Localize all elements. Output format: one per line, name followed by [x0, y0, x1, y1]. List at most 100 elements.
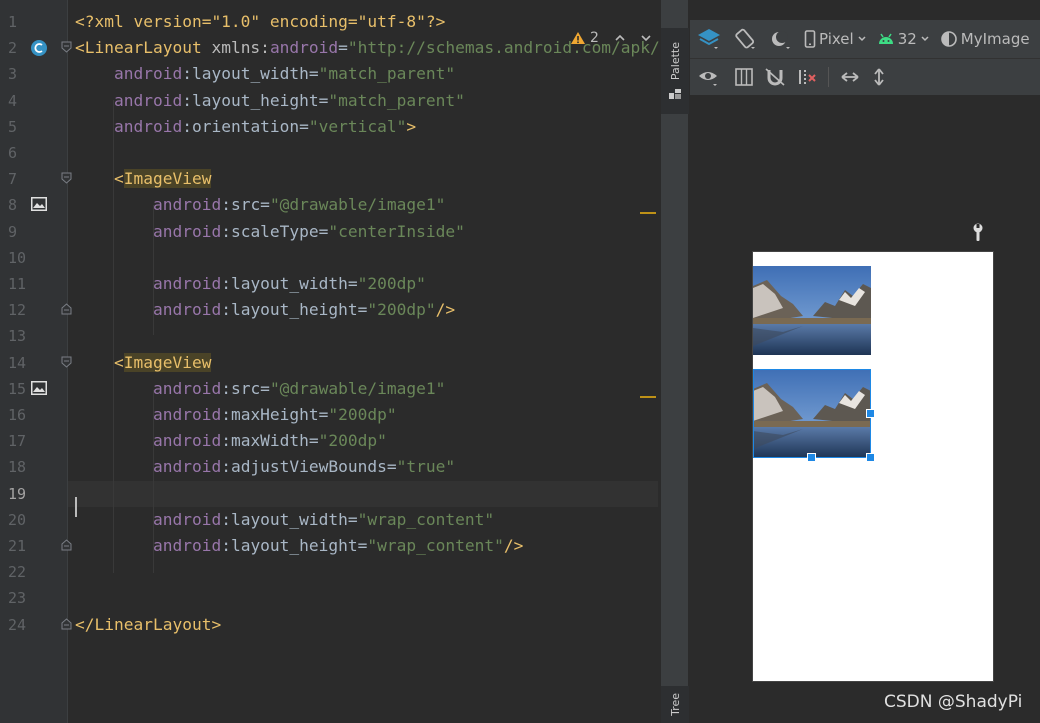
api-level-selector[interactable]: 32: [877, 30, 930, 48]
code-token: "200dp": [367, 300, 436, 320]
code-line[interactable]: [68, 140, 658, 166]
code-token: :layout_height=: [182, 90, 329, 110]
image-preview-gutter-icon[interactable]: [30, 380, 48, 396]
code-line[interactable]: [68, 585, 658, 611]
chevron-down-icon[interactable]: [639, 31, 653, 45]
code-line[interactable]: android:layout_height="wrap_content"/>: [68, 533, 658, 559]
clear-constraints-button[interactable]: [796, 67, 818, 87]
line-number: 3: [8, 65, 18, 84]
code-line[interactable]: </LinearLayout>: [68, 612, 658, 638]
code-line[interactable]: android:orientation="vertical">: [68, 114, 658, 140]
code-token: "200dp": [328, 405, 397, 424]
warning-stripe-marker[interactable]: [640, 396, 656, 398]
theme-selector[interactable]: MyImage: [940, 30, 1030, 48]
code-line[interactable]: <ImageView: [68, 350, 658, 376]
code-token: />: [503, 536, 524, 555]
side-tool-strip: Palette Tree: [660, 0, 689, 723]
code-line[interactable]: android:layout_width="200dp": [68, 271, 658, 297]
code-token: ImageView: [123, 352, 212, 372]
code-line[interactable]: android:layout_height="match_parent": [68, 88, 658, 114]
line-number: 17: [8, 432, 27, 451]
imageview-preview-1[interactable]: [753, 266, 871, 355]
code-line[interactable]: android:src="@drawable/image1": [68, 192, 658, 218]
expand-horizontal-button[interactable]: [839, 69, 861, 85]
device-preview-screen[interactable]: [752, 251, 994, 682]
line-number: 2: [8, 39, 18, 58]
code-line[interactable]: android:layout_width="wrap_content": [68, 507, 658, 533]
theme-icon: [940, 31, 957, 47]
warning-icon: [571, 32, 585, 44]
orientation-button[interactable]: [732, 26, 758, 52]
code-line[interactable]: <ImageView: [68, 166, 658, 192]
device-selector[interactable]: Pixel: [804, 30, 867, 48]
chevron-up-icon[interactable]: [613, 31, 627, 45]
code-line[interactable]: [68, 323, 658, 349]
gutter-line: 1: [0, 9, 68, 35]
android-icon: [878, 33, 893, 44]
resize-handle-corner[interactable]: [866, 453, 875, 462]
code-line[interactable]: android:src="@drawable/image1": [68, 376, 658, 402]
design-toolbar-bottom: [690, 58, 1040, 95]
resize-handle-bottom[interactable]: [807, 453, 816, 462]
code-line[interactable]: android:layout_height="200dp"/>: [68, 297, 658, 323]
warning-stripe-marker[interactable]: [640, 212, 656, 214]
line-number: 10: [8, 248, 27, 267]
code-token: "match_parent": [318, 64, 456, 84]
gutter-line: 14: [0, 350, 72, 376]
code-line[interactable]: [68, 559, 658, 585]
gutter-line: 21: [0, 533, 72, 559]
code-token: :maxWidth=: [221, 431, 319, 451]
code-token: <LinearLayout: [75, 38, 212, 58]
text-caret: [75, 497, 77, 517]
wrench-icon[interactable]: [971, 223, 985, 243]
design-canvas[interactable]: [690, 95, 1040, 723]
tree-tab-label: Tree: [668, 693, 682, 716]
gutter-line: 17: [0, 428, 68, 454]
design-surface-button[interactable]: [696, 26, 722, 52]
code-line[interactable]: android:scaleType="centerInside": [68, 219, 658, 245]
theme-night-mode-button[interactable]: [768, 26, 794, 52]
line-number: 18: [8, 458, 27, 477]
show-constraints-button[interactable]: [734, 67, 754, 87]
code-area[interactable]: <?xml version="1.0" encoding="utf-8"?> <L…: [68, 0, 660, 723]
code-token: =: [338, 38, 348, 58]
gutter-line: 2: [0, 35, 72, 61]
code-token: :orientation=: [182, 116, 309, 136]
code-line[interactable]: android:maxWidth="200dp": [68, 428, 658, 454]
imageview-preview-2[interactable]: [753, 369, 871, 458]
code-line[interactable]: [68, 480, 658, 507]
resize-handle-right[interactable]: [866, 409, 875, 418]
clear-constraints-icon: [799, 70, 816, 84]
code-line[interactable]: [68, 245, 658, 271]
code-token: "200dp": [357, 274, 426, 293]
code-token: </LinearLayout>: [75, 614, 222, 634]
palette-icon: [669, 89, 681, 100]
palette-tab[interactable]: Palette: [661, 28, 689, 114]
inspection-widget[interactable]: 2: [570, 28, 653, 48]
gutter-line: 20: [0, 507, 68, 533]
gutter-line: 12: [0, 297, 72, 323]
code-token: android: [152, 378, 222, 398]
line-number: 20: [8, 510, 27, 529]
view-options-button[interactable]: [698, 66, 724, 88]
xml-code-editor[interactable]: 1 2 3 4 5 6 7 8 9 10 11 12 13 14 15 16 17 18 19 20 21 22 23 24 …: [0, 0, 660, 723]
expand-vertical-button[interactable]: [871, 66, 887, 88]
code-token: "centerInside": [328, 221, 465, 241]
code-token: android: [113, 64, 183, 84]
code-token: android: [113, 116, 183, 136]
image-preview-gutter-icon[interactable]: [30, 196, 48, 212]
gutter-line: 5: [0, 114, 68, 140]
code-token: :adjustViewBounds=: [221, 457, 397, 477]
component-tree-tab[interactable]: Tree: [661, 686, 689, 723]
line-number: 16: [8, 406, 27, 424]
code-token: :layout_width=: [221, 509, 358, 529]
code-line[interactable]: android:maxHeight="200dp": [68, 402, 658, 428]
line-number: 23: [8, 589, 27, 608]
code-line[interactable]: android:adjustViewBounds="true": [68, 454, 658, 480]
class-gutter-icon[interactable]: [30, 39, 48, 57]
autoconnect-button[interactable]: [764, 67, 786, 87]
horizontal-arrows-icon: [841, 72, 859, 82]
gutter-line: 22: [0, 559, 68, 585]
code-line[interactable]: android:layout_width="match_parent": [68, 61, 658, 87]
